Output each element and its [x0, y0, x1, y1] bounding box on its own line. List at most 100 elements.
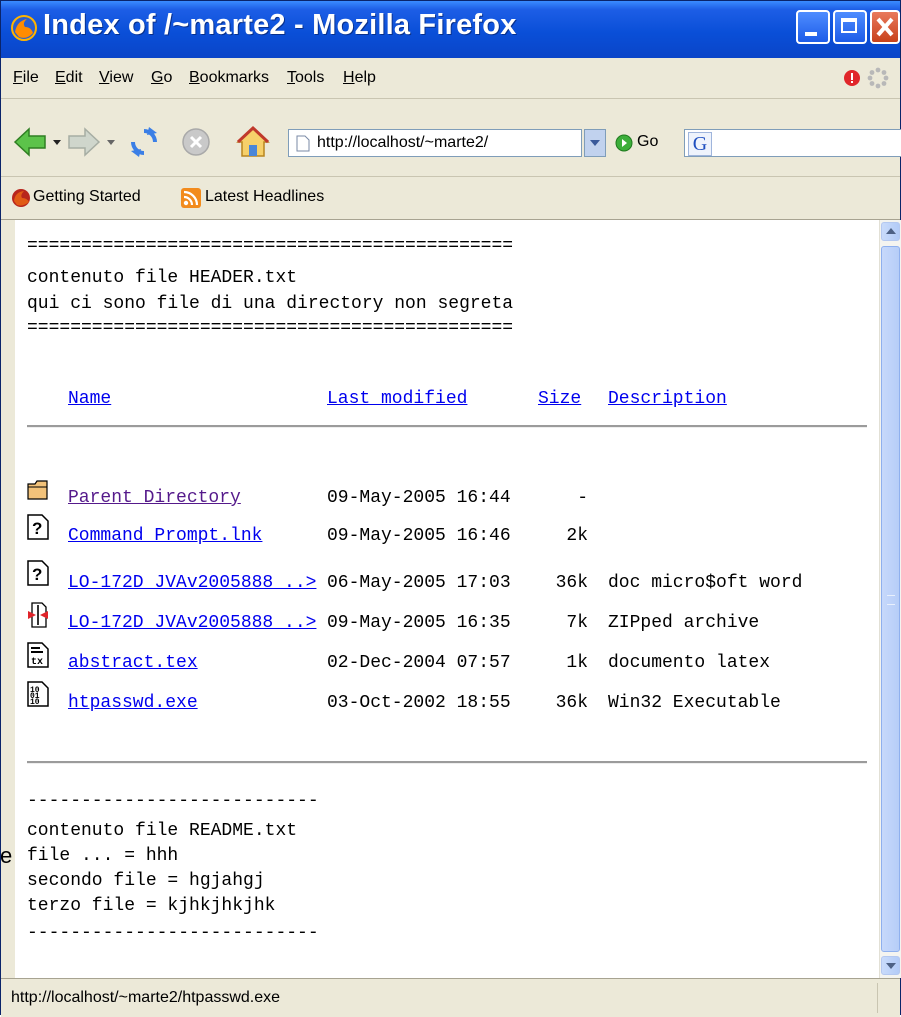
svg-text:?: ? [32, 565, 42, 584]
url-dropdown-button[interactable] [584, 129, 606, 157]
chevron-up-icon [886, 228, 896, 234]
file-modified: 09-May-2005 16:46 [327, 526, 511, 546]
rss-icon [181, 188, 201, 208]
menu-file[interactable]: File [13, 69, 39, 87]
bookmark-latest-headlines[interactable]: Latest Headlines [205, 188, 324, 206]
title-bar[interactable]: Index of /~marte2 - Mozilla Firefox [1, 1, 900, 58]
file-description: Win32 Executable [608, 693, 781, 713]
file-modified: 02-Dec-2004 07:57 [327, 653, 511, 673]
file-description: documento latex [608, 653, 771, 673]
header-divider [27, 425, 867, 428]
minimize-button[interactable] [796, 10, 830, 44]
readme-line: contenuto file README.txt [27, 821, 298, 841]
address-bar[interactable]: http://localhost/~marte2/ [288, 129, 582, 157]
grip-icon [887, 595, 895, 605]
menu-view[interactable]: View [99, 69, 133, 87]
column-header-last-modified[interactable]: Last modified [327, 389, 467, 409]
file-size: 36k [555, 693, 588, 713]
throbber-icon [867, 67, 889, 89]
readme-line: secondo file = hgjahgj [27, 871, 265, 891]
close-icon [876, 17, 894, 37]
scroll-down-button[interactable] [881, 956, 900, 975]
file-size: 7k [566, 613, 588, 633]
go-icon[interactable] [615, 134, 633, 152]
file-modified: 03-Oct-2002 18:55 [327, 693, 511, 713]
url-text: http://localhost/~marte2/ [317, 134, 489, 151]
column-header-name[interactable]: Name [68, 389, 111, 409]
readme-line: file ... = hhh [27, 846, 179, 866]
update-alert-icon[interactable] [843, 69, 861, 87]
svg-text:?: ? [32, 519, 42, 538]
reload-icon[interactable] [127, 125, 161, 159]
readme-line: terzo file = kjhkjhkjhk [27, 896, 276, 916]
unknown-file-icon: ? [27, 560, 49, 586]
page-content: ========================================… [15, 220, 879, 978]
go-button[interactable]: Go [637, 133, 658, 151]
file-size: 36k [555, 573, 588, 593]
stop-icon[interactable] [181, 127, 211, 157]
tex-file-icon: tx [27, 642, 49, 668]
forward-arrow-icon[interactable] [67, 127, 101, 157]
folder-icon [27, 480, 48, 500]
back-dropdown-icon[interactable] [53, 140, 61, 145]
home-icon[interactable] [235, 125, 271, 159]
search-box[interactable]: G [684, 129, 901, 157]
status-text: http://localhost/~marte2/htpasswd.exe [11, 989, 281, 1006]
column-header-size[interactable]: Size [538, 389, 581, 409]
stray-text: e [0, 843, 13, 868]
file-modified: 09-May-2005 16:35 [327, 613, 511, 633]
back-arrow-icon[interactable] [13, 127, 47, 157]
status-bar: http://localhost/~marte2/htpasswd.exe [1, 978, 900, 1017]
file-size: - [577, 488, 588, 508]
file-name-link[interactable]: LO-172D JVAv2005888 ..> [68, 573, 316, 593]
column-header-description[interactable]: Description [608, 389, 727, 409]
compressed-file-icon [28, 602, 48, 628]
file-name-link[interactable]: Parent Directory [68, 488, 241, 508]
resize-grip-icon[interactable] [877, 983, 878, 1013]
minimize-icon [805, 32, 817, 36]
chevron-down-icon [886, 963, 896, 969]
menu-go[interactable]: Go [151, 69, 172, 87]
file-modified: 06-May-2005 17:03 [327, 573, 511, 593]
chevron-down-icon [590, 140, 600, 146]
page-icon [296, 135, 310, 152]
footer-divider [27, 761, 867, 764]
bookmarks-toolbar: Getting Started Latest Headlines [1, 177, 900, 220]
scroll-up-button[interactable] [881, 222, 900, 241]
unknown-file-icon: ? [27, 514, 49, 540]
file-name-link[interactable]: Command Prompt.lnk [68, 526, 262, 546]
google-g-icon[interactable]: G [688, 132, 712, 156]
menu-help[interactable]: Help [343, 69, 376, 87]
vertical-scrollbar[interactable] [879, 220, 901, 978]
bookmark-getting-started[interactable]: Getting Started [33, 188, 141, 206]
header-line-2: qui ci sono file di una directory non se… [27, 294, 514, 314]
scroll-thumb[interactable] [881, 246, 900, 952]
file-size: 1k [566, 653, 588, 673]
menu-bar: File Edit View Go Bookmarks Tools Help [1, 58, 900, 99]
readme-rule-bottom: --------------------------- [27, 923, 319, 943]
svg-text:10: 10 [30, 698, 40, 707]
menu-tools[interactable]: Tools [287, 69, 324, 87]
maximize-button[interactable] [833, 10, 867, 44]
file-description: ZIPped archive [608, 613, 760, 633]
file-description: doc micro$oft word [608, 573, 803, 593]
svg-text:tx: tx [31, 657, 43, 668]
binary-file-icon: 10 01 10 [27, 681, 49, 707]
file-name-link[interactable]: abstract.tex [68, 653, 198, 673]
file-size: 2k [566, 526, 588, 546]
navigation-toolbar: http://localhost/~marte2/ Go G [1, 99, 901, 177]
file-name-link[interactable]: LO-172D JVAv2005888 ..> [68, 613, 316, 633]
file-name-link[interactable]: htpasswd.exe [68, 693, 198, 713]
forward-dropdown-icon[interactable] [107, 140, 115, 145]
file-modified: 09-May-2005 16:44 [327, 488, 511, 508]
readme-rule-top: --------------------------- [27, 791, 319, 811]
header-rule-bottom: ========================================… [27, 318, 514, 338]
header-line-1: contenuto file HEADER.txt [27, 268, 298, 288]
menu-edit[interactable]: Edit [55, 69, 83, 87]
close-button[interactable] [870, 10, 900, 44]
firefox-icon [11, 15, 37, 41]
menu-bookmarks[interactable]: Bookmarks [189, 69, 269, 87]
maximize-icon [841, 18, 857, 33]
window-title: Index of /~marte2 - Mozilla Firefox [43, 9, 517, 41]
header-rule-top: ========================================… [27, 236, 514, 256]
